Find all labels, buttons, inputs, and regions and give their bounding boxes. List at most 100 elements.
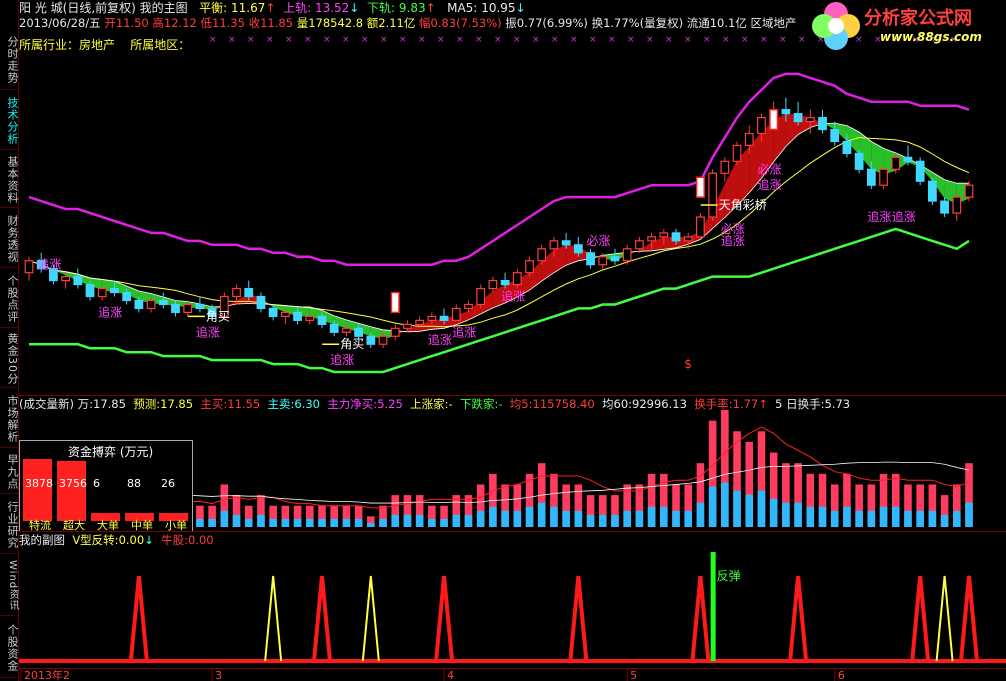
candle-body [793,113,803,123]
signal-label: 追涨 [37,257,61,272]
marker-dot: × [665,35,673,45]
candle-body [134,299,144,310]
main-sell-value: 6.30 [294,397,320,411]
signal-peak [361,575,380,662]
candle-body [403,323,412,329]
capital-bar-value: 26 [161,477,175,490]
candle-body [415,319,425,325]
indicator-name[interactable]: 我的主图 [140,1,188,15]
axis-label: 4 [447,669,454,681]
net-buy-value: 5.25 [377,397,403,411]
quote-date: 2013/06/28/五 [19,16,101,30]
subchart-title[interactable]: 我的副图 [19,533,65,547]
capital-bar [57,460,86,521]
price-chart[interactable]: ××××××××××××××××××××××××××××××××××××××××… [19,30,1006,394]
amount-label: 额 [366,16,379,30]
candle-body [85,283,95,298]
candle-body [952,196,962,214]
candle-body [940,200,949,214]
volume-bar-inner [391,514,400,527]
volume-bar-inner [598,514,607,527]
volume-bar-inner [464,514,473,527]
tab-industry-research[interactable]: 行业研究 [0,496,19,554]
tab-wind[interactable]: Wind资讯 [0,556,18,616]
tab-intraday[interactable]: 分时走势 [0,30,19,90]
volume-bar-inner [293,518,302,527]
stock-name: 阳 光 城 [19,1,63,15]
candle-body [720,160,730,174]
tab-basic-info[interactable]: 基本资料 [0,152,19,208]
volume-bar-inner [953,510,961,527]
candle-body [183,303,193,314]
main-sell-label: 主卖: [267,397,295,411]
volume-bar-inner [220,510,229,527]
sidebar: 分时走势 技术分析 基本资料 财务透视 个股点评 黄金30分 市场解析 早九点 … [0,0,19,681]
marker-dot: × [323,35,331,45]
capital-bar-label: 小单 [165,519,187,531]
volume-bar-inner [940,514,949,527]
arrow-up-icon: ↑ [265,1,276,15]
chart-mode: (日线,前复权) [62,1,136,15]
down-count-label: 下跌家: [459,397,499,411]
wan-label: 万: [77,397,94,411]
volume-bar-inner [611,514,619,527]
candle-body [451,307,461,321]
volume-header: (成交量新) 万:17.85 预测:17.85 主买:11.55 主卖:6.30… [19,397,850,411]
candle-body [317,315,327,325]
close-label: 收 [248,16,261,30]
marker-dot: × [513,35,521,45]
subchart[interactable]: 反弹 [19,548,1006,668]
candle-body [683,236,693,242]
candle-body [427,315,437,321]
volume-bar-inner [794,502,802,527]
volume-bar-inner [757,490,766,527]
candle-body [122,291,132,302]
candle-body [378,335,388,345]
volume-bar-inner [855,510,863,527]
lower-label: 下轨: [367,1,396,15]
marker-dot: × [285,35,293,45]
marker-dot: × [361,35,369,45]
change-label: 幅 [419,16,431,30]
volume-title[interactable]: (成交量新) [19,397,74,411]
candle-body [500,280,510,286]
tab-gold-30[interactable]: 黄金30分 [0,330,19,388]
high-value: 12.12 [163,16,197,30]
capital-bar-label: 超大 [63,518,85,531]
signal-label: 必涨 [757,161,781,176]
volume-bar-inner [550,506,558,527]
capital-bar-label: 中单 [131,519,153,531]
marker-dot: × [437,35,445,45]
signal-label: 追涨 [98,304,122,319]
avg5-value: 115758.40 [532,397,595,411]
candle-body [561,240,571,246]
capital-bar-value: 88 [127,477,141,490]
open-label: 开 [104,16,116,30]
volume-bar-inner [806,506,815,527]
tab-finance[interactable]: 财务透视 [0,210,19,268]
marker-dot: × [684,35,692,45]
tab-capital[interactable]: 个股资金 [0,618,19,678]
low-value: 11.35 [212,16,245,30]
capital-bar-value: 6 [93,477,100,490]
candle-body [256,295,266,310]
low-label: 低 [200,16,213,30]
axis-label: 5 [630,669,637,681]
logo-title: 分析家公式网 [864,8,972,29]
tab-stock-review[interactable]: 个股点评 [0,270,19,328]
marker-dot: × [209,35,217,45]
candle-body [903,156,913,162]
signal-label: 角买 [206,309,230,323]
marker-dot: × [570,35,578,45]
avg5-label: 均5: [509,397,533,411]
tab-morning-nine[interactable]: 早九点 [0,450,19,494]
panel-divider [19,531,1006,532]
tab-market-analysis[interactable]: 市场解析 [0,390,19,448]
tab-technical[interactable]: 技术分析 [0,92,19,150]
float-value: 10.1亿 [709,16,747,30]
turnover5-value: 5.73 [824,397,851,411]
volume-bar-inner [232,514,241,527]
panel-divider [19,395,1006,396]
candle-body [525,260,534,274]
volume-label: 量 [296,16,309,30]
